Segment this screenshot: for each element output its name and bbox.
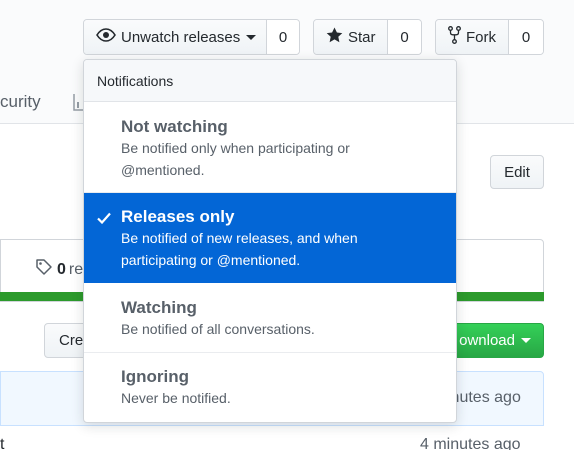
stargazers-count[interactable]: 0 <box>388 20 421 54</box>
watchers-count[interactable]: 0 <box>267 20 299 54</box>
menu-item-watching[interactable]: Watching Be notified of all conversation… <box>84 283 456 353</box>
star-button[interactable]: Star <box>314 20 388 54</box>
eye-icon <box>96 28 121 46</box>
unwatch-button[interactable]: Unwatch releases <box>84 20 267 54</box>
menu-item-description: @mentioned. <box>121 162 205 178</box>
fork-button[interactable]: Fork <box>436 20 509 54</box>
repo-forked-icon <box>448 26 466 48</box>
menu-item-description: Be notified only when participating or <box>121 140 350 156</box>
download-label: ownload <box>459 332 515 349</box>
commit-time: inutes ago <box>447 389 521 406</box>
menu-item-title: Ignoring <box>121 367 189 386</box>
star-button-group: Star 0 <box>313 19 422 55</box>
edit-label: Edit <box>504 163 530 181</box>
star-icon <box>326 27 348 47</box>
releases-label: re <box>68 260 84 278</box>
menu-item-title: Watching <box>121 298 197 317</box>
triangle-down-icon <box>521 338 531 343</box>
menu-item-ignoring[interactable]: Ignoring Never be notified. <box>84 353 456 422</box>
fork-button-group: Fork 0 <box>435 19 544 55</box>
check-icon <box>97 211 111 229</box>
menu-item-description: participating or @mentioned. <box>121 252 301 268</box>
file-row-time: 4 minutes ago <box>420 436 521 450</box>
menu-item-description: Be notified of all conversations. <box>121 321 315 337</box>
edit-description-button[interactable]: Edit <box>490 155 544 189</box>
menu-item-description: Be notified of new releases, and when <box>121 230 358 246</box>
file-row-name[interactable]: t <box>0 436 4 450</box>
triangle-down-icon <box>246 34 257 40</box>
fork-label: Fork <box>466 28 496 46</box>
menu-item-releases-only[interactable]: Releases only Be notified of new release… <box>84 193 456 283</box>
tab-security[interactable]: curity <box>0 92 41 112</box>
watch-button-group: Unwatch releases 0 <box>83 19 300 55</box>
menu-item-title: Releases only <box>121 207 235 226</box>
unwatch-label: Unwatch releases <box>121 28 241 46</box>
releases-summary[interactable]: 0 re <box>35 258 83 281</box>
releases-count: 0 <box>57 260 66 278</box>
dropdown-header: Notifications <box>84 60 456 102</box>
notifications-dropdown: Notifications Not watching Be notified o… <box>83 59 457 423</box>
menu-item-description: Never be notified. <box>121 390 231 406</box>
forks-count[interactable]: 0 <box>509 20 543 54</box>
star-label: Star <box>348 28 376 46</box>
tag-icon <box>35 258 53 281</box>
menu-item-not-watching[interactable]: Not watching Be notified only when parti… <box>84 102 456 193</box>
menu-item-title: Not watching <box>121 117 228 136</box>
